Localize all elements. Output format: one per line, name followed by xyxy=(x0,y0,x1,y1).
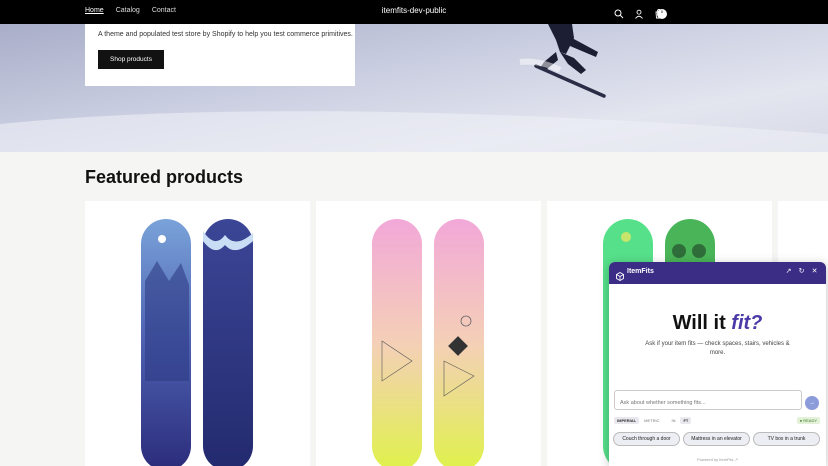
close-icon[interactable]: ✕ xyxy=(811,267,818,276)
widget-title-accent: fit? xyxy=(731,312,763,334)
hero-description: A theme and populated test store by Shop… xyxy=(98,31,353,38)
itemfits-widget: ItemFits ↗ ↻ ✕ Will it fit? Ask if your … xyxy=(609,262,826,466)
send-arrow-icon: → xyxy=(809,400,815,406)
header-icons: 0 xyxy=(614,6,667,19)
widget-controls: ↗ ↻ ✕ xyxy=(785,267,818,276)
unit-metric[interactable]: METRIC xyxy=(641,417,662,424)
suggestion-chip-tv[interactable]: TV box in a trunk xyxy=(753,432,820,446)
product-card-2[interactable] xyxy=(316,201,541,466)
shop-products-button[interactable]: Shop products xyxy=(98,50,164,69)
powered-by-link[interactable]: Powered by ItemFits ↗ xyxy=(609,457,826,462)
widget-title-plain: Will it xyxy=(672,312,732,334)
suggestion-chip-mattress[interactable]: Mattress in an elevator xyxy=(683,432,750,446)
search-icon[interactable] xyxy=(614,6,624,19)
unit-ft[interactable]: FT xyxy=(680,417,692,424)
suggestion-chip-couch[interactable]: Couch through a door xyxy=(613,432,680,446)
svg-text:nun: nun xyxy=(269,348,310,411)
ready-status-badge: ● READY xyxy=(796,417,820,424)
account-icon[interactable] xyxy=(634,6,644,19)
hero-card: A theme and populated test store by Shop… xyxy=(85,24,355,86)
site-header: Home Catalog Contact itemfits-dev-public… xyxy=(0,0,828,24)
snowboard-image-pastel xyxy=(372,219,484,466)
cart-count-badge: 0 xyxy=(657,9,667,19)
send-button[interactable]: → xyxy=(805,396,819,410)
question-input[interactable] xyxy=(615,394,801,412)
unit-toggle: IMPERIAL METRIC IN FT xyxy=(614,417,692,424)
cart-icon[interactable]: 0 xyxy=(654,6,667,19)
widget-brand: ItemFits xyxy=(627,268,654,275)
suggestion-chips: Couch through a door Mattress in an elev… xyxy=(613,432,820,446)
widget-title: Will it fit? xyxy=(609,312,826,335)
hero-banner: A theme and populated test store by Shop… xyxy=(0,24,828,152)
snowboard-image-blue: nun xyxy=(141,219,310,466)
refresh-icon[interactable]: ↻ xyxy=(798,267,805,276)
unit-imperial[interactable]: IMPERIAL xyxy=(614,417,640,424)
question-field xyxy=(614,390,802,412)
widget-header: ItemFits ↗ ↻ ✕ xyxy=(609,262,826,284)
featured-products-heading: Featured products xyxy=(85,167,244,187)
unit-in[interactable]: IN xyxy=(668,417,678,424)
widget-subtitle: Ask if your item fits — check spaces, st… xyxy=(645,341,790,356)
expand-icon[interactable]: ↗ xyxy=(785,267,792,276)
product-card-1[interactable]: nun xyxy=(85,201,310,466)
itemfits-logo-icon xyxy=(616,268,624,286)
store-title[interactable]: itemfits-dev-public xyxy=(0,6,828,15)
